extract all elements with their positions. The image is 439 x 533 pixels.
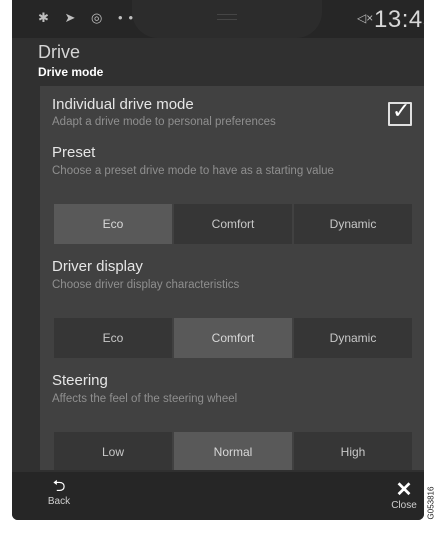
image-code-text: G053816 [426,486,436,520]
steering-option-normal[interactable]: Normal [174,432,292,470]
individual-drive-mode-description: Adapt a drive mode to personal preferenc… [52,116,276,128]
page-title: Drive [38,42,81,62]
steering-option-low[interactable]: Low [54,432,172,470]
top-pull-down-tab[interactable] [132,0,322,38]
clock: 13:45 [374,6,424,33]
page-header: Drive Drive mode [38,42,103,79]
close-button[interactable]: ✕ Close [384,480,424,511]
driver-display-description: Choose driver display characteristics [52,279,240,291]
driver-display-option-comfort[interactable]: Comfort [174,318,292,358]
preset-selector: Eco Comfort Dynamic [54,204,412,244]
checkmark-icon: ✓ [392,98,411,123]
back-arrow-icon: ⮌ [52,478,66,495]
status-bar: ✱ ➤ ◎ ••• ◁× 13:45 [12,0,424,38]
preset-title: Preset [52,144,96,161]
back-label: Back [47,496,71,507]
driver-display-selector: Eco Comfort Dynamic [54,318,412,358]
page-subtitle: Drive mode [38,65,104,79]
back-button[interactable]: ⮌ Back [34,478,84,507]
handle-icon [217,14,237,20]
preset-description: Choose a preset drive mode to have as a … [52,165,334,177]
settings-panel: Individual drive mode Adapt a drive mode… [40,86,424,470]
image-code: G053816 [424,482,438,524]
preset-option-comfort[interactable]: Comfort [174,204,292,244]
close-icon: ✕ [395,479,413,501]
steering-title: Steering [52,372,108,389]
driver-display-option-dynamic[interactable]: Dynamic [294,318,412,358]
infotainment-screen: ✱ ➤ ◎ ••• ◁× 13:45 Drive Drive mode Indi… [12,0,424,520]
driver-display-option-eco[interactable]: Eco [54,318,172,358]
steering-option-high[interactable]: High [294,432,412,470]
preset-option-dynamic[interactable]: Dynamic [294,204,412,244]
individual-drive-mode-title: Individual drive mode [52,96,194,113]
steering-description: Affects the feel of the steering wheel [52,393,238,405]
driver-display-title: Driver display [52,258,143,275]
preset-option-eco[interactable]: Eco [54,204,172,244]
mute-icon: ◁× [357,11,374,25]
individual-drive-mode-checkbox[interactable]: ✓ [388,98,412,126]
bottom-bar: ⮌ Back ✕ Close [12,472,424,520]
steering-selector: Low Normal High [54,432,412,470]
close-label: Close [391,500,417,511]
